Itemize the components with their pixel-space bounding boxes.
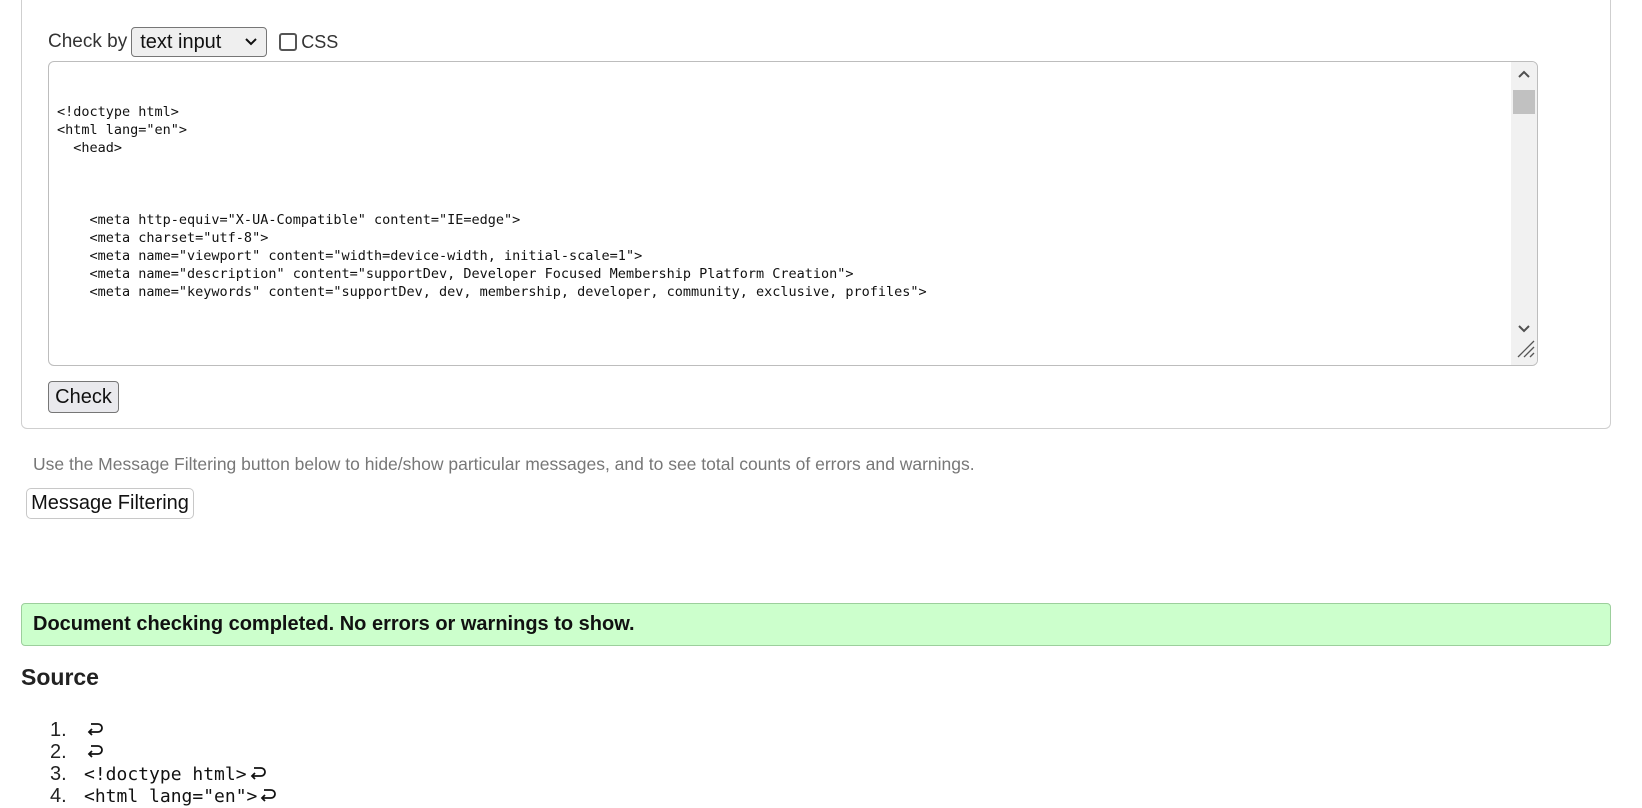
result-success-banner: Document checking completed. No errors o…	[21, 603, 1611, 646]
source-textarea[interactable]: <!doctype html> <html lang="en"> <head> …	[48, 61, 1538, 366]
return-arrow-icon	[87, 745, 103, 758]
line-content	[84, 743, 105, 761]
scroll-up-arrow-icon[interactable]	[1517, 66, 1531, 84]
css-checkbox[interactable]	[279, 33, 298, 51]
check-by-row: Check by text input CSS	[48, 27, 338, 57]
css-option[interactable]: CSS	[279, 32, 338, 53]
line-number: 2.	[50, 740, 67, 763]
scrollbar-thumb[interactable]	[1513, 90, 1535, 114]
check-by-label: Check by	[48, 31, 128, 52]
line-content: <html lang="en">	[84, 786, 278, 807]
message-filtering-button[interactable]: Message Filtering	[26, 488, 194, 519]
result-message: Document checking completed. No errors o…	[33, 613, 635, 635]
line-number: 1.	[50, 718, 67, 741]
source-line: 3. <!doctype html>	[50, 763, 278, 785]
line-number: 4.	[50, 784, 67, 807]
line-content	[84, 721, 105, 739]
scroll-down-arrow-icon[interactable]	[1517, 321, 1531, 339]
source-line: 2.	[50, 741, 278, 763]
source-list: 1. 2. 3. <!doctype html> 4. <html lang="…	[50, 719, 278, 807]
line-text: <html lang="en">	[84, 785, 258, 807]
filtering-hint: Use the Message Filtering button below t…	[33, 454, 975, 474]
return-arrow-icon	[87, 723, 103, 736]
return-arrow-icon	[250, 767, 266, 780]
source-textarea-content[interactable]: <!doctype html> <html lang="en"> <head> …	[57, 103, 927, 301]
return-arrow-icon	[261, 789, 277, 802]
resize-handle-icon[interactable]	[1515, 338, 1535, 363]
line-content: <!doctype html>	[84, 764, 268, 785]
textarea-scrollbar[interactable]	[1511, 62, 1537, 365]
check-by-selected-value: text input	[140, 30, 222, 53]
source-line: 4. <html lang="en">	[50, 785, 278, 807]
check-button[interactable]: Check	[48, 381, 119, 413]
css-label: CSS	[301, 31, 339, 52]
line-number: 3.	[50, 762, 67, 785]
source-line: 1.	[50, 719, 278, 741]
line-text: <!doctype html>	[84, 763, 247, 785]
chevron-down-icon	[244, 37, 258, 47]
check-by-select[interactable]: text input	[131, 27, 268, 57]
source-heading: Source	[21, 664, 99, 690]
